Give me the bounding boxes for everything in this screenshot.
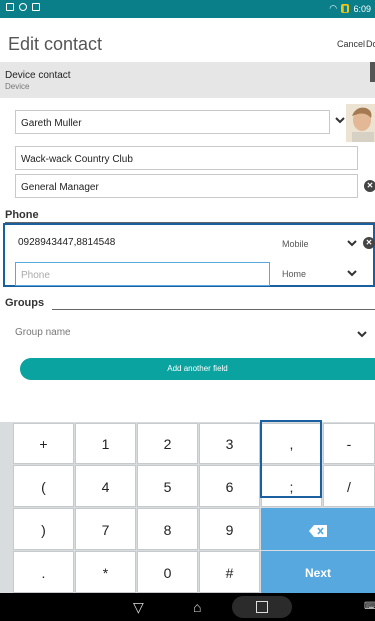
notification-icon [6, 3, 14, 11]
key-1[interactable]: 1 [75, 423, 136, 464]
chevron-down-icon[interactable] [355, 329, 369, 341]
groups-section-label: Groups [5, 297, 45, 309]
page-title: Edit contact [8, 34, 103, 54]
status-bar: ◠ ▮ 6:09 [0, 0, 375, 18]
chevron-down-icon[interactable] [333, 115, 347, 127]
key-highlight [260, 420, 322, 498]
phone-placeholder: Phone [21, 270, 50, 281]
remove-phone-icon[interactable]: ✕ [363, 237, 375, 249]
back-icon[interactable]: ▽ [133, 599, 144, 616]
key-slash[interactable]: / [323, 465, 375, 507]
recent-apps-button[interactable] [232, 596, 292, 618]
keyboard-icon[interactable]: ⌨ [364, 601, 375, 612]
clock: 6:09 [353, 3, 371, 14]
contact-photo[interactable] [346, 104, 375, 142]
scrollbar[interactable] [370, 62, 375, 82]
backspace-icon [309, 525, 327, 538]
battery-icon: ▮ [341, 4, 350, 13]
phone-input-2[interactable]: Phone [15, 262, 270, 286]
account-type: Device [5, 82, 30, 91]
alert-icon [19, 3, 27, 11]
home-icon[interactable]: ⌂ [193, 599, 201, 615]
key-5[interactable]: 5 [137, 465, 198, 507]
navigation-bar: ▽ ⌂ ⌨ [0, 593, 375, 621]
account-name: Device contact [5, 70, 71, 81]
app-bar: Edit contact Cancel Do [0, 18, 375, 66]
key-4[interactable]: 4 [75, 465, 136, 507]
chevron-down-icon[interactable] [345, 238, 359, 250]
key-6[interactable]: 6 [199, 465, 260, 507]
phone-type-home[interactable]: Home [282, 269, 306, 279]
key-3[interactable]: 3 [199, 423, 260, 464]
key-8[interactable]: 8 [137, 508, 198, 550]
recent-apps-icon [256, 601, 268, 613]
backspace-key[interactable] [261, 508, 375, 550]
company-field[interactable]: Wack-wack Country Club [15, 146, 358, 170]
chevron-down-icon[interactable] [345, 268, 359, 280]
account-header[interactable]: Device contact Device [0, 62, 375, 98]
key-open-paren[interactable]: ( [13, 465, 74, 507]
photo-icon [32, 3, 40, 11]
done-button[interactable]: Do [366, 39, 375, 49]
key-period[interactable]: . [13, 551, 74, 593]
wifi-icon: ◠ [329, 3, 338, 13]
key-0[interactable]: 0 [137, 551, 198, 593]
name-field[interactable]: Gareth Muller [15, 110, 330, 134]
phone-type-mobile[interactable]: Mobile [282, 239, 309, 249]
key-minus[interactable]: - [323, 423, 375, 464]
key-close-paren[interactable]: ) [13, 508, 74, 550]
key-2[interactable]: 2 [137, 423, 198, 464]
phone-section-label: Phone [5, 209, 39, 221]
cancel-button[interactable]: Cancel [337, 39, 365, 49]
key-plus[interactable]: + [13, 423, 74, 464]
add-field-button[interactable]: Add another field [20, 358, 375, 380]
job-title-field[interactable]: General Manager [15, 174, 358, 198]
phone-number-1[interactable]: 0928943447,8814548 [15, 230, 270, 254]
key-hash[interactable]: # [199, 551, 260, 593]
key-asterisk[interactable]: * [75, 551, 136, 593]
remove-title-icon[interactable]: ✕ [364, 180, 375, 192]
key-9[interactable]: 9 [199, 508, 260, 550]
group-name-field[interactable]: Group name [15, 327, 71, 338]
key-7[interactable]: 7 [75, 508, 136, 550]
groups-divider [52, 309, 375, 310]
next-key[interactable]: Next [261, 551, 375, 593]
